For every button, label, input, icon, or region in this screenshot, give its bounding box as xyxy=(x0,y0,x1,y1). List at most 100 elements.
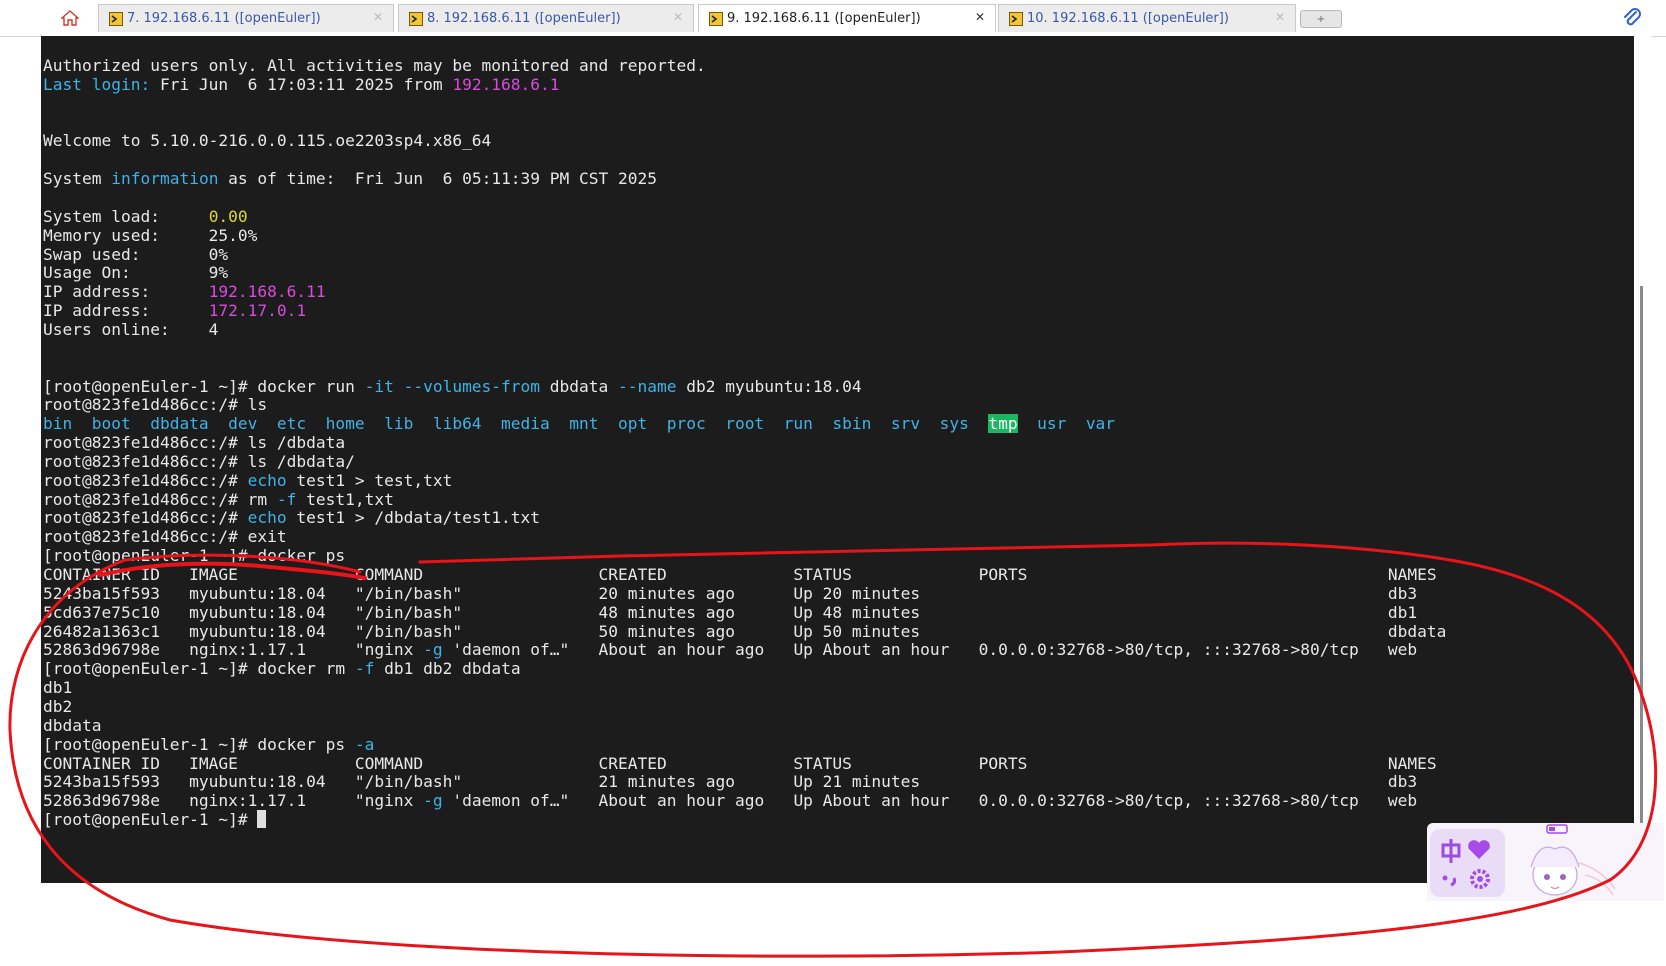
tab-bar: 7. 192.168.6.11 ([openEuler]) ✕ 8. 192.168… xyxy=(0,0,1666,37)
terminal-line: IP address: 172.17.0.1 xyxy=(43,301,306,321)
tab-session-10[interactable]: 10. 192.168.6.11 ([openEuler]) ✕ xyxy=(998,4,1296,32)
terminal-output[interactable]: Authorized users only. All activities ma… xyxy=(41,36,1634,883)
terminal-text: IP address: xyxy=(43,301,209,321)
tab-session-9[interactable]: 9. 192.168.6.11 ([openEuler]) ✕ xyxy=(698,4,996,32)
terminal-text: [root@openEuler-1 ~]# docker run xyxy=(43,376,365,396)
terminal-text: root@823fe1d486cc:/# rm xyxy=(43,489,277,509)
terminal-line: [root@openEuler-1 ~]# docker ps xyxy=(43,546,345,566)
terminal-line: CONTAINER ID IMAGE COMMAND CREATED STATU… xyxy=(43,754,1437,774)
terminal-line: CONTAINER ID IMAGE COMMAND CREATED STATU… xyxy=(43,565,1437,585)
terminal-line: Authorized users only. All activities ma… xyxy=(43,56,706,76)
terminal-text: test1 > test,txt xyxy=(286,470,453,490)
terminal-text: Usage On: 9% xyxy=(43,263,229,283)
battery-icon xyxy=(1546,824,1568,834)
terminal-text: -f xyxy=(276,489,297,509)
widget-graphics xyxy=(1430,824,1616,897)
terminal-text: Swap used: 0% xyxy=(43,244,229,264)
terminal-line: db1 xyxy=(43,678,72,698)
terminal-line: 5243ba15f593 myubuntu:18.04 "/bin/bash" … xyxy=(43,584,1417,604)
terminal-line: root@823fe1d486cc:/# echo test1 > test,t… xyxy=(43,471,452,491)
terminal-text: dbdata xyxy=(43,715,102,735)
terminal-text: db1 xyxy=(43,678,73,698)
terminal-text: 'daemon of…" About an hour ago Up About … xyxy=(442,640,1418,660)
tab-label: 8. 192.168.6.11 ([openEuler]) xyxy=(427,11,621,26)
close-icon[interactable]: ✕ xyxy=(373,10,383,24)
terminal-text: 26482a1363c1 myubuntu:18.04 "/bin/bash" … xyxy=(43,621,1447,641)
terminal-text: Welcome to 5.10.0-216.0.0.115.oe2203sp4.… xyxy=(43,131,492,151)
terminal-text: System xyxy=(43,169,112,189)
terminal-text: echo xyxy=(247,508,287,528)
terminal-line: [root@openEuler-1 ~]# docker ps -a xyxy=(43,735,374,755)
terminal-line: [root@openEuler-1 ~]# docker run -it --v… xyxy=(43,377,862,397)
terminal-text: echo xyxy=(247,470,287,490)
terminal-text: IP address: xyxy=(43,282,209,302)
home-button[interactable] xyxy=(55,6,85,30)
terminal-text: 192.168.6.11 xyxy=(208,282,326,302)
highlighted-dir: tmp xyxy=(988,414,1018,434)
terminal-line: System information as of time: Fri Jun 6… xyxy=(43,169,657,189)
terminal-line: 5cd637e75c10 myubuntu:18.04 "/bin/bash" … xyxy=(43,603,1417,623)
close-icon[interactable]: ✕ xyxy=(673,10,683,24)
terminal-text: Users online: 4 xyxy=(43,319,219,339)
terminal-line: root@823fe1d486cc:/# ls /dbdata/ xyxy=(43,452,355,472)
terminal-line: [root@openEuler-1 ~]# xyxy=(43,810,267,830)
close-icon[interactable]: ✕ xyxy=(1275,10,1285,24)
tab-label: 10. 192.168.6.11 ([openEuler]) xyxy=(1027,11,1229,26)
terminal-text: root@823fe1d486cc:/# ls xyxy=(43,395,268,415)
terminal-text: usr var xyxy=(1017,414,1116,434)
terminal-text: db2 xyxy=(43,696,73,716)
terminal-text: -f xyxy=(354,659,375,679)
terminal-text: 5243ba15f593 myubuntu:18.04 "/bin/bash" … xyxy=(43,583,1418,603)
tab-session-7[interactable]: 7. 192.168.6.11 ([openEuler]) ✕ xyxy=(98,4,394,32)
terminal-text: db2 myubuntu:18.04 xyxy=(676,376,862,396)
terminal-line: bin boot dbdata dev etc home lib lib64 m… xyxy=(43,414,1115,434)
terminal-text: 52863d96798e nginx:1.17.1 "nginx xyxy=(43,640,424,660)
tab-label: 7. 192.168.6.11 ([openEuler]) xyxy=(127,11,321,26)
terminal-text: --name xyxy=(618,376,677,396)
terminal-line: Users online: 4 xyxy=(43,320,218,340)
scrollbar-thumb[interactable] xyxy=(1640,286,1643,826)
terminal-text: System load: xyxy=(43,206,209,226)
terminal-line: IP address: 192.168.6.11 xyxy=(43,282,326,302)
paperclip-icon[interactable] xyxy=(1620,6,1644,30)
mascot-image xyxy=(1530,846,1616,896)
terminal-text: Last login: xyxy=(43,74,151,94)
terminal-text: 5243ba15f593 myubuntu:18.04 "/bin/bash" … xyxy=(43,772,1418,792)
terminal-text: root@823fe1d486cc:/# ls /dbdata/ xyxy=(43,451,355,471)
terminal-text: CONTAINER ID IMAGE COMMAND CREATED STATU… xyxy=(43,753,1437,773)
terminal-line: root@823fe1d486cc:/# rm -f test1,txt xyxy=(43,490,394,510)
terminal-text: test1,txt xyxy=(296,489,394,509)
terminal-icon xyxy=(709,11,723,26)
plus-icon: + xyxy=(1316,13,1326,25)
terminal-text: bin boot dbdata dev etc home lib lib64 m… xyxy=(43,414,989,434)
terminal-line: 26482a1363c1 myubuntu:18.04 "/bin/bash" … xyxy=(43,622,1446,642)
tab-session-8[interactable]: 8. 192.168.6.11 ([openEuler]) ✕ xyxy=(398,4,694,32)
terminal-text: root@823fe1d486cc:/# ls /dbdata xyxy=(43,433,346,452)
terminal-line: 5243ba15f593 myubuntu:18.04 "/bin/bash" … xyxy=(43,772,1417,792)
terminal-text: [root@openEuler-1 ~]# xyxy=(43,810,258,829)
new-tab-button[interactable]: + xyxy=(1300,10,1342,28)
terminal-line: 52863d96798e nginx:1.17.1 "nginx -g 'dae… xyxy=(43,791,1417,811)
close-icon[interactable]: ✕ xyxy=(975,10,985,24)
terminal-text: 'daemon of…" About an hour ago Up About … xyxy=(442,791,1418,811)
terminal-text: CONTAINER ID IMAGE COMMAND CREATED STATU… xyxy=(43,565,1437,584)
terminal-line: System load: 0.00 xyxy=(43,207,248,227)
terminal-text: 5cd637e75c10 myubuntu:18.04 "/bin/bash" … xyxy=(43,602,1418,622)
terminal-text: as of time: Fri Jun 6 05:11:39 PM CST 20… xyxy=(218,169,657,189)
terminal-scrollbar[interactable] xyxy=(1634,36,1652,883)
terminal-text: [root@openEuler-1 ~]# docker ps xyxy=(43,734,355,754)
terminal-icon xyxy=(109,11,123,26)
terminal-line: Memory used: 25.0% xyxy=(43,226,257,246)
terminal-cursor xyxy=(257,810,267,828)
terminal-text: -g xyxy=(423,640,443,660)
input-method-widget[interactable] xyxy=(1427,823,1664,901)
terminal-text: root@823fe1d486cc:/# xyxy=(43,508,248,528)
terminal-line: root@823fe1d486cc:/# ls /dbdata xyxy=(43,433,345,453)
terminal-line: root@823fe1d486cc:/# echo test1 > /dbdat… xyxy=(43,508,540,528)
terminal-text: test1 > /dbdata/test1.txt xyxy=(286,508,541,528)
terminal-text: Authorized users only. All activities ma… xyxy=(43,56,706,75)
terminal-line: Swap used: 0% xyxy=(43,245,228,265)
terminal-text: 192.168.6.1 xyxy=(452,74,560,94)
terminal-text: 52863d96798e nginx:1.17.1 "nginx xyxy=(43,791,424,811)
terminal-icon xyxy=(409,11,423,26)
